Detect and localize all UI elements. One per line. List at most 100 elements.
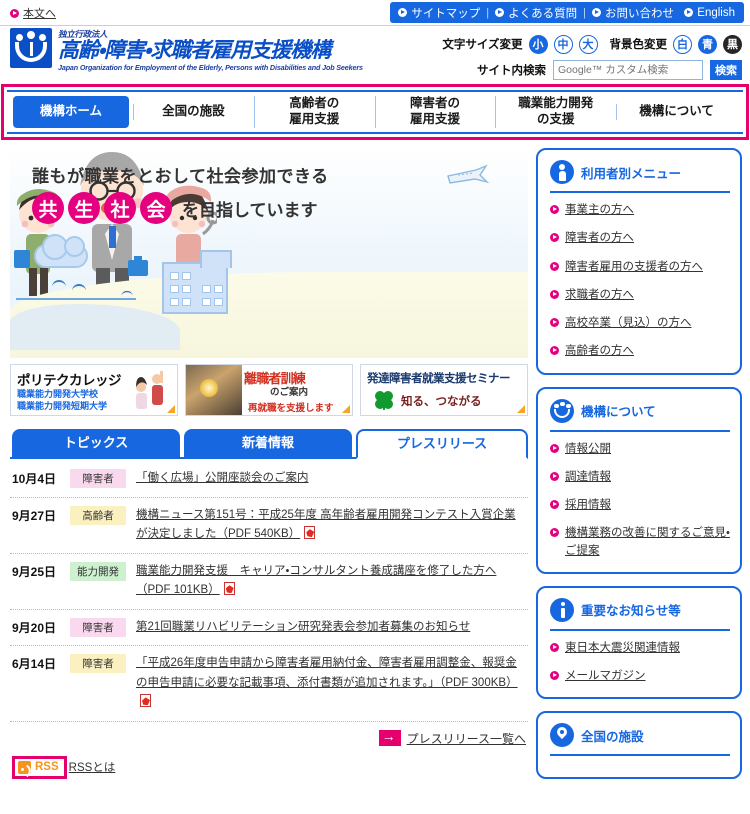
sidebar-box-nationwide-facilities: 全国の施設 bbox=[536, 711, 742, 780]
tab-press-release[interactable]: プレスリリース bbox=[356, 429, 528, 459]
font-size-label: 文字サイズ変更 bbox=[442, 39, 523, 51]
nav-item-vocational-line2: の支援 bbox=[537, 112, 575, 126]
arrow-bullet-icon bbox=[550, 289, 559, 299]
nav-item-facilities[interactable]: 全国の施設 bbox=[133, 100, 254, 124]
sidebar-link-label[interactable]: メールマガジン bbox=[565, 668, 646, 685]
arrow-bullet-icon bbox=[684, 8, 694, 17]
bird-icon bbox=[72, 284, 86, 291]
sidebar-box-about: 機構について 情報公開 調達情報 採用情報 機構業務の改善に関するご意見・ご提案 bbox=[536, 386, 742, 574]
sidebar-link-earthquake-info[interactable]: 東日本大震災関連情報 bbox=[550, 640, 730, 657]
nav-item-elderly-line2: 雇用支援 bbox=[289, 112, 340, 126]
sidebar-link-disability-support-staff[interactable]: 障害者雇用の支援者の方へ bbox=[550, 259, 730, 276]
news-link[interactable]: 職業能力開発支援 キャリア・コンサルタント養成講座を修了した方へ（PDF 101… bbox=[136, 565, 496, 597]
hero-pill-3: 社 bbox=[104, 192, 136, 224]
sidebar-link-recruitment[interactable]: 採用情報 bbox=[550, 497, 730, 514]
sidebar-link-label[interactable]: 調達情報 bbox=[565, 469, 611, 486]
nav-item-vocational-development[interactable]: 職業能力開発 の支援 bbox=[495, 92, 616, 131]
font-size-large-button[interactable]: 大 bbox=[578, 34, 598, 54]
organization-icon bbox=[550, 398, 574, 423]
utility-link-sitemap[interactable]: サイトマップ bbox=[398, 5, 480, 21]
search-input[interactable] bbox=[553, 60, 703, 80]
nav-item-about-label: 機構について bbox=[639, 104, 714, 119]
promo-banner-developmental-disability-seminar[interactable]: 発達障害者就業支援セミナー 知る、つながる bbox=[360, 364, 528, 416]
font-size-small-button[interactable]: 小 bbox=[528, 34, 548, 54]
bg-color-blue-button[interactable]: 青 bbox=[698, 34, 717, 54]
site-logo[interactable]: 独立行政法人 高齢・障害・求職者雇用支援機構 Japan Organizatio… bbox=[10, 28, 363, 72]
promo-banner-reemployment-training[interactable]: 離職者訓練 のご案内 再就職を支援します bbox=[185, 364, 353, 416]
search-label: サイト内検索 bbox=[477, 65, 546, 77]
news-date: 10月4日 bbox=[12, 472, 57, 486]
press-release-list-link[interactable]: プレスリリース一覧へ bbox=[407, 730, 526, 747]
bg-color-white-button[interactable]: 白 bbox=[673, 34, 692, 54]
sidebar-link-label[interactable]: 高齢者の方へ bbox=[565, 343, 634, 360]
tab-new-info[interactable]: 新着情報 bbox=[184, 429, 352, 457]
sidebar-link-high-school-graduate[interactable]: 高校卒業（見込）の方へ bbox=[550, 315, 730, 332]
tab-topics[interactable]: トピックス bbox=[12, 429, 180, 457]
nav-item-disability-employment[interactable]: 障害者の 雇用支援 bbox=[374, 92, 496, 131]
sidebar-link-label[interactable]: 採用情報 bbox=[565, 497, 611, 514]
sidebar-link-job-seeker[interactable]: 求職者の方へ bbox=[550, 287, 730, 304]
sidebar-link-label[interactable]: 情報公開 bbox=[565, 441, 611, 458]
nav-item-about[interactable]: 機構について bbox=[616, 100, 737, 124]
sidebar-link-employer[interactable]: 事業主の方へ bbox=[550, 202, 730, 219]
nav-item-home[interactable]: 機構ホーム bbox=[13, 96, 129, 128]
news-link[interactable]: 第21回職業リハビリテーション研究発表会参加者募集のお知らせ bbox=[136, 621, 470, 633]
font-size-medium-button[interactable]: 中 bbox=[553, 34, 573, 54]
sidebar-link-elderly[interactable]: 高齢者の方へ bbox=[550, 343, 730, 360]
sidebar-link-procurement[interactable]: 調達情報 bbox=[550, 469, 730, 486]
header-controls: 文字サイズ変更 小 中 大 背景色変更 白 青 黒 サイト内検索 検索 bbox=[412, 32, 742, 80]
arrow-bullet-icon bbox=[550, 346, 559, 356]
news-category-badge: 障害者 bbox=[70, 654, 126, 674]
sidebar-link-feedback[interactable]: 機構業務の改善に関するご意見・ご提案 bbox=[550, 525, 730, 560]
sidebar: 利用者別メニュー 事業主の方へ 障害者の方へ 障害者雇用の支援者の方へ 求職者の… bbox=[536, 148, 742, 814]
news-date: 9月20日 bbox=[12, 620, 57, 635]
promo-3-sub1: 知る、つながる bbox=[401, 396, 482, 408]
logo-text-block: 独立行政法人 高齢・障害・求職者雇用支援機構 Japan Organizatio… bbox=[58, 28, 363, 72]
hero-pill-1: 共 bbox=[32, 192, 64, 224]
news-link[interactable]: 「平成26年度申告申請から障害者雇用納付金、障害者雇用調整金、報奨金の申告申請に… bbox=[136, 657, 518, 689]
skip-to-content-link[interactable]: 本文へ bbox=[10, 5, 56, 21]
skip-link-label[interactable]: 本文へ bbox=[23, 5, 56, 21]
sidebar-link-mail-magazine[interactable]: メールマガジン bbox=[550, 668, 730, 685]
utility-link-contact[interactable]: お問い合わせ bbox=[592, 5, 674, 21]
sidebar-link-label[interactable]: 事業主の方へ bbox=[565, 202, 634, 219]
nav-item-elderly-employment[interactable]: 高齢者の 雇用支援 bbox=[253, 92, 375, 131]
rss-what-is-link[interactable]: RSSとは bbox=[69, 759, 116, 775]
sidebar-heading: 重要なお知らせ等 bbox=[550, 597, 730, 631]
promo-banner-polytech-college[interactable]: ポリテクカレッジ 職業能力開発大学校 職業能力開発短期大学 bbox=[10, 364, 178, 416]
sidebar-link-label[interactable]: 求職者の方へ bbox=[565, 287, 634, 304]
sidebar-link-label[interactable]: 高校卒業（見込）の方へ bbox=[565, 315, 692, 332]
sidebar-link-disclosure[interactable]: 情報公開 bbox=[550, 441, 730, 458]
press-release-more[interactable]: プレスリリース一覧へ bbox=[10, 728, 528, 747]
rss-area: RSS RSSとは bbox=[10, 755, 528, 779]
sitemap-label: サイトマップ bbox=[411, 7, 481, 20]
sidebar-link-label[interactable]: 障害者雇用の支援者の方へ bbox=[565, 259, 703, 276]
news-title: 「平成26年度申告申請から障害者雇用納付金、障害者雇用調整金、報奨金の申告申請に… bbox=[136, 654, 526, 713]
news-row: 9月25日 能力開発 職業能力開発支援 キャリア・コンサルタント養成講座を修了し… bbox=[10, 554, 528, 610]
arrow-bullet-icon bbox=[550, 500, 559, 509]
sidebar-link-disabled-person[interactable]: 障害者の方へ bbox=[550, 230, 730, 247]
utility-link-faq[interactable]: よくある質問 bbox=[495, 5, 577, 21]
news-date: 9月27日 bbox=[12, 508, 57, 523]
main-content: 誰もが職業をとおして社会参加できる 共 生 社 会 を目指しています ポリテクカ… bbox=[0, 140, 750, 814]
pdf-icon bbox=[140, 694, 151, 708]
news-category-badge: 能力開発 bbox=[70, 561, 126, 581]
sidebar-title: 機構について bbox=[581, 405, 656, 419]
news-link[interactable]: 機構ニュース第151号：平成25年度 高年齢者雇用開発コンテスト入賞企業が決定し… bbox=[136, 509, 516, 541]
organization-emblem-icon bbox=[10, 28, 52, 68]
utility-link-english[interactable]: English bbox=[675, 2, 744, 23]
sidebar-link-label[interactable]: 機構業務の改善に関するご意見・ご提案 bbox=[565, 525, 730, 560]
arrow-bullet-icon bbox=[10, 8, 19, 18]
bg-color-black-button[interactable]: 黒 bbox=[723, 34, 742, 54]
bird-icon bbox=[121, 290, 133, 297]
sidebar-link-label[interactable]: 東日本大震災関連情報 bbox=[565, 640, 680, 657]
news-link[interactable]: 「働く広場」公開座談会のご案内 bbox=[136, 472, 309, 484]
news-tabs: トピックス 新着情報 プレスリリース bbox=[10, 427, 528, 459]
sidebar-link-label[interactable]: 障害者の方へ bbox=[565, 230, 634, 247]
promo-2-sub2: 再就職を支援します bbox=[248, 403, 334, 414]
search-button[interactable]: 検索 bbox=[710, 60, 742, 80]
rss-button-highlight[interactable]: RSS bbox=[12, 755, 67, 779]
corner-marker-icon bbox=[517, 405, 525, 413]
corner-marker-icon bbox=[167, 405, 175, 413]
arrow-bullet-icon bbox=[550, 671, 559, 680]
